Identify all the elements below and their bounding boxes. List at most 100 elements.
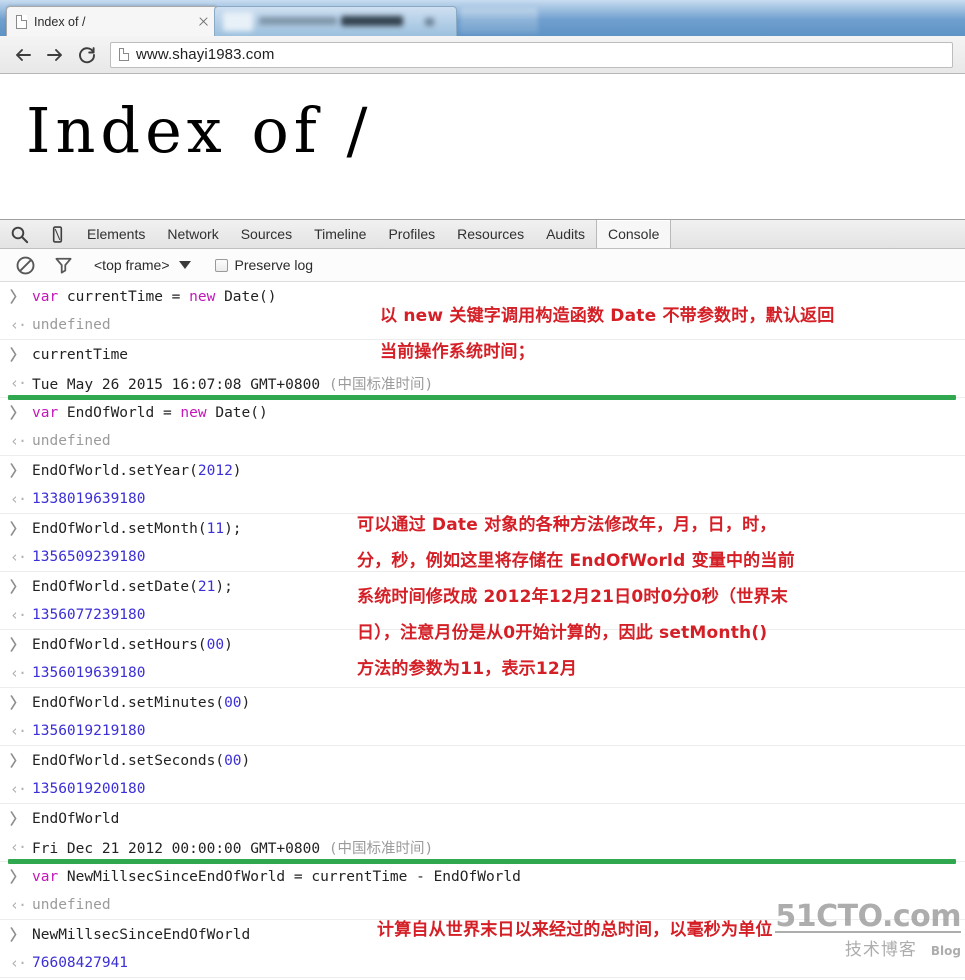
annotation-line: 系统时间修改成 2012年12月21日0时0分0秒（世界末 (357, 587, 788, 607)
console-message-text: 1356019200180 (32, 781, 146, 797)
result-arrow-icon (10, 374, 32, 392)
console-message-text: undefined (32, 317, 111, 333)
prompt-arrow-icon (10, 634, 32, 655)
console-message-text: NewMillsecSinceEndOfWorld (32, 926, 251, 943)
address-bar[interactable]: www.shayi1983.com (110, 41, 953, 68)
result-arrow-icon (10, 490, 32, 508)
prompt-arrow-icon (10, 286, 32, 307)
result-arrow-icon (10, 664, 32, 682)
execution-context-selector[interactable]: <top frame> (90, 257, 195, 273)
chevron-down-icon (178, 261, 191, 269)
console-message-text: 1356019219180 (32, 723, 146, 739)
console-message-text: EndOfWorld.setMinutes(00) (32, 694, 251, 711)
console-input-row: EndOfWorld (0, 804, 965, 833)
browser-tab-obscured[interactable] (214, 6, 457, 36)
console-output-row: Fri Dec 21 2012 00:00:00 GMT+0800 (中国标准时… (0, 833, 965, 864)
console-input-row: EndOfWorld.setYear(2012) (0, 456, 965, 485)
console-message-text: EndOfWorld.setHours(00) (32, 636, 233, 653)
console-output-row: undefined (0, 427, 965, 456)
site-watermark: 51CTO.com 技术博客 Blog (775, 902, 961, 960)
close-icon[interactable] (196, 14, 211, 29)
tab-label: Elements (87, 226, 146, 242)
console-input-row: var EndOfWorld = new Date() (0, 398, 965, 427)
tab-network[interactable]: Network (156, 220, 229, 248)
console-message-text: EndOfWorld.setYear(2012) (32, 462, 242, 479)
site-info-icon (119, 48, 129, 61)
prompt-arrow-icon (10, 460, 32, 481)
blurred-title-part (341, 16, 403, 26)
annotation-line: 计算自从世界末日以来经过的总时间，以毫秒为单位 (377, 920, 773, 940)
console-message-text: EndOfWorld.setSeconds(00) (32, 752, 251, 769)
navigation-toolbar: www.shayi1983.com (0, 36, 965, 74)
result-arrow-icon (10, 838, 32, 856)
console-message-text: 76608427941 (32, 955, 129, 971)
blurred-title-part (259, 17, 337, 25)
page-title: Index of / (26, 94, 373, 167)
annotation-date-setters: 可以通过 Date 对象的各种方法修改年，月，日，时， 分，秒，例如这里将存储在 … (357, 507, 795, 687)
console-message-text: 1356509239180 (32, 549, 146, 565)
tab-resources[interactable]: Resources (446, 220, 535, 248)
console-message-text: EndOfWorld.setDate(21); (32, 578, 233, 595)
console-message-text: var currentTime = new Date() (32, 288, 277, 305)
prompt-arrow-icon (10, 924, 32, 945)
address-bar-url[interactable]: www.shayi1983.com (136, 46, 274, 63)
prompt-arrow-icon (10, 808, 32, 829)
annotation-date-default: 以 new 关键字调用构造函数 Date 不带参数时，默认返回 当前操作系统时间； (380, 298, 834, 370)
console-output-row: Tue May 26 2015 16:07:08 GMT+0800 (中国标准时… (0, 369, 965, 400)
annotation-line: 日），注意月份是从0开始计算的，因此 setMonth() (357, 623, 768, 643)
tab-audits[interactable]: Audits (535, 220, 596, 248)
tab-elements[interactable]: Elements (76, 220, 156, 248)
filter-icon[interactable] (46, 252, 80, 278)
reload-button[interactable] (72, 41, 102, 69)
forward-button[interactable] (40, 41, 70, 69)
browser-tab-active[interactable]: Index of / (6, 6, 218, 36)
tab-label: Profiles (388, 226, 436, 242)
result-arrow-icon (10, 722, 32, 740)
prompt-arrow-icon (10, 750, 32, 771)
tab-label: Audits (546, 226, 585, 242)
preserve-log-checkbox[interactable] (214, 258, 228, 272)
console-message-text: 1356077239180 (32, 607, 146, 623)
tab-label: Timeline (314, 226, 367, 242)
tab-console[interactable]: Console (596, 220, 672, 248)
tab-strip: Index of / (0, 0, 965, 36)
result-arrow-icon (10, 954, 32, 972)
clear-console-icon[interactable] (8, 252, 42, 278)
prompt-arrow-icon (10, 692, 32, 713)
tab-timeline[interactable]: Timeline (303, 220, 377, 248)
watermark-en: Blog (930, 944, 961, 958)
tab-sources[interactable]: Sources (230, 220, 303, 248)
console-toolbar: <top frame> Preserve log (0, 249, 965, 282)
preserve-log-label: Preserve log (234, 257, 314, 273)
result-arrow-icon (10, 896, 32, 914)
back-button[interactable] (8, 41, 38, 69)
tab-profiles[interactable]: Profiles (377, 220, 446, 248)
page-favicon-icon (16, 14, 27, 29)
console-message-text: EndOfWorld (32, 810, 120, 827)
device-toggle-icon[interactable] (38, 220, 76, 248)
console-output-row: 1356019219180 (0, 717, 965, 746)
console-message-text: var NewMillsecSinceEndOfWorld = currentT… (32, 868, 521, 885)
console-input-row: var NewMillsecSinceEndOfWorld = currentT… (0, 862, 965, 891)
console-output-row: 1356019200180 (0, 775, 965, 804)
search-icon[interactable] (0, 220, 38, 248)
console-message-text: 1356019639180 (32, 665, 146, 681)
result-arrow-icon (10, 548, 32, 566)
blurred-favicon-icon (223, 12, 253, 31)
console-message-text: var EndOfWorld = new Date() (32, 404, 268, 421)
console-message-text: Tue May 26 2015 16:07:08 GMT+0800 (中国标准时… (32, 376, 434, 393)
console-message-text: 1338019639180 (32, 491, 146, 507)
tab-label: Sources (240, 226, 293, 242)
new-tab-button[interactable] (460, 8, 538, 34)
prompt-arrow-icon (10, 518, 32, 539)
result-arrow-icon (10, 606, 32, 624)
browser-tab-title: Index of / (34, 14, 86, 29)
watermark-subtitle: 技术博客 Blog (775, 935, 961, 960)
console-message-text: EndOfWorld.setMonth(11); (32, 520, 242, 537)
blurred-close-icon (425, 18, 434, 26)
console-input-row: EndOfWorld.setSeconds(00) (0, 746, 965, 775)
browser-titlebar: Index of / (0, 0, 965, 36)
annotation-line: 分，秒，例如这里将存储在 EndOfWorld 变量中的当前 (357, 551, 795, 571)
preserve-log-toggle[interactable]: Preserve log (214, 257, 314, 273)
prompt-arrow-icon (10, 866, 32, 887)
